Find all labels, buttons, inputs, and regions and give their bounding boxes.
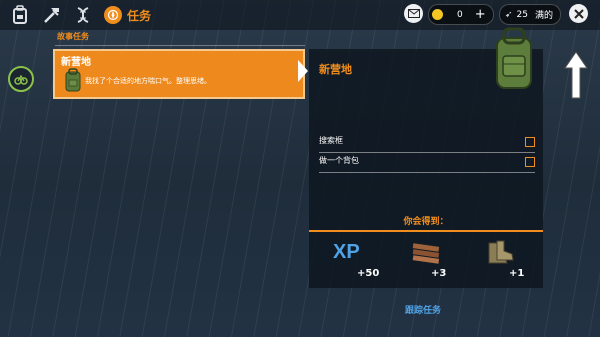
- reward-amount: +3: [431, 268, 447, 279]
- quest-compass-icon: [104, 6, 122, 24]
- backpack-tab-icon[interactable]: [9, 4, 31, 26]
- tab-quests[interactable]: 任务: [104, 3, 151, 27]
- selected-arrow-icon: [298, 60, 308, 82]
- upgrade-arrow-icon: [564, 50, 588, 100]
- close-icon: [573, 8, 584, 19]
- coin-amount: 0: [457, 9, 463, 20]
- close-button[interactable]: [569, 4, 588, 23]
- section-divider: [55, 45, 305, 46]
- reward-xp: XP +50: [333, 239, 393, 279]
- xp-icon: XP: [333, 241, 360, 263]
- skills-tab-icon[interactable]: [72, 4, 94, 26]
- ammo-amount: 25: [516, 9, 528, 20]
- reward-title: 你会得到：: [403, 217, 449, 227]
- coin-icon: [432, 9, 443, 20]
- track-quest-button[interactable]: 跟踪任务: [405, 303, 441, 316]
- task-underline: [319, 152, 535, 153]
- reward-wood: +3: [409, 239, 469, 279]
- reward-divider: [309, 230, 543, 232]
- crafting-tab-icon[interactable]: [41, 4, 63, 26]
- task-checkbox: [525, 137, 535, 147]
- tab-quests-label: 任务: [127, 8, 152, 23]
- task-checkbox: [525, 157, 535, 167]
- add-coins-button[interactable]: +: [475, 8, 486, 21]
- backpack-thumbnail-icon: [64, 68, 82, 92]
- backpack-icon: [489, 26, 539, 92]
- task-label: 做一个背包: [319, 156, 359, 165]
- task-row: 搜索框: [319, 135, 543, 153]
- task-row: 做一个背包: [319, 155, 543, 173]
- reward-amount: +1: [509, 268, 525, 279]
- task-underline: [319, 172, 535, 173]
- bicycle-icon: [14, 74, 28, 85]
- ammo-counter: ➹ 25 满的: [499, 4, 561, 25]
- reward-boots: +1: [483, 239, 543, 279]
- quest-card-title: 新营地: [61, 57, 91, 68]
- full-status: 满的: [535, 11, 554, 21]
- envelope-icon: [407, 9, 420, 18]
- reward-amount: +50: [357, 268, 380, 279]
- quest-detail-title: 新营地: [319, 63, 352, 76]
- wood-planks-icon: [412, 243, 440, 264]
- boots-icon: [488, 240, 514, 264]
- quest-category-button[interactable]: [8, 66, 34, 92]
- quest-card[interactable]: 新营地 我找了个合适的地方喘口气。整理思绪。: [53, 49, 305, 99]
- section-title: 故事任务: [57, 32, 89, 41]
- task-label: 搜索框: [319, 136, 343, 145]
- coin-counter: 0 +: [428, 4, 494, 25]
- bullet-icon: ➹: [505, 9, 513, 20]
- quest-card-description: 我找了个合适的地方喘口气。整理思绪。: [85, 77, 211, 85]
- mail-button[interactable]: [404, 4, 423, 23]
